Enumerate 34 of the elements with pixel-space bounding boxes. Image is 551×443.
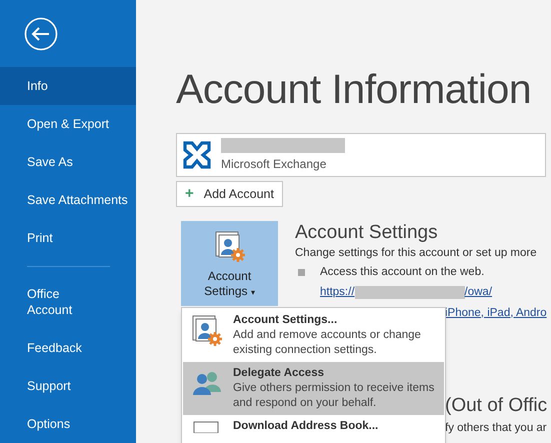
account-settings-icon	[191, 315, 223, 347]
menu-item[interactable]: Download Address Book...	[183, 415, 444, 438]
account-card[interactable]: Microsoft Exchange	[176, 133, 546, 177]
menu-item-title: Download Address Book...	[233, 419, 378, 434]
web-link[interactable]: https:// /owa/	[320, 284, 548, 302]
exchange-logo-icon	[182, 140, 212, 170]
back-icon[interactable]	[24, 16, 58, 51]
account-settings-icon	[214, 231, 246, 263]
menu-item[interactable]: Account Settings... Add and remove accounts or change existing connection settings.	[183, 309, 444, 362]
section-description: Change settings for this account or set up more	[295, 246, 538, 261]
add-account-button[interactable]: + Add Account	[176, 181, 283, 207]
sidebar-item[interactable]: Save As	[0, 143, 136, 182]
account-settings-button[interactable]: Account Settings ▾	[181, 221, 278, 306]
page-title: Account Information	[176, 66, 532, 112]
section-heading: (Out of Offic	[445, 394, 548, 418]
section-heading: Account Settings	[295, 221, 439, 245]
account-type: Microsoft Exchange	[221, 156, 328, 172]
sidebar-item[interactable]: Options	[0, 405, 136, 443]
menu-item-title: Account Settings...	[233, 313, 338, 328]
menu-item-description: Give others permission to receive items and respond on your behalf.	[233, 381, 436, 411]
menu-item-title: Delegate Access	[233, 366, 325, 381]
device-link[interactable]: iPhone, iPad, Andro	[445, 304, 548, 322]
sidebar-item[interactable]: Info	[0, 67, 136, 106]
bullet-icon	[298, 269, 305, 276]
sidebar-item[interactable]: Save Attachments	[0, 181, 136, 220]
sidebar-item[interactable]: Open & Export	[0, 105, 136, 144]
section-description: fy others that you ar	[445, 420, 548, 436]
bullet-text: Access this account on the web.	[320, 265, 484, 280]
menu-item-description: Add and remove accounts or change existing connection settings.	[233, 328, 422, 358]
sidebar-item[interactable]: Support	[0, 367, 136, 405]
sidebar-item[interactable]: Print	[0, 219, 136, 258]
sidebar-item[interactable]: Feedback	[0, 329, 136, 367]
menu-item[interactable]: Delegate Access Give others permission to receive items and respond on your behalf.	[183, 362, 444, 415]
sidebar-item[interactable]: Office Account	[0, 275, 136, 329]
